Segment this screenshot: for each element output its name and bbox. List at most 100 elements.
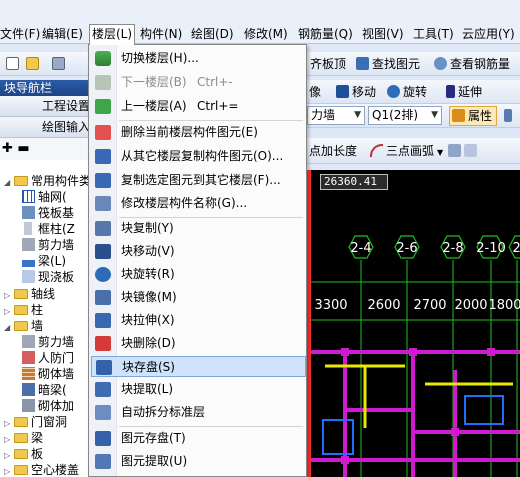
move-button[interactable]: 移动 [336,83,376,101]
tree-leaf-hidden-beam[interactable]: 暗梁( [22,382,67,398]
copy-from-icon [95,149,111,164]
properties-button[interactable]: 属性 [449,106,498,126]
rename-icon [95,196,111,211]
folder-icon [14,321,28,331]
tree-leaf-civil-defense-door[interactable]: 人防门 [22,350,74,366]
reinforcement-icon [22,399,35,412]
menu-item-copy-from-floor[interactable]: 从其它楼层复制构件图元(O)... [91,146,306,167]
block-save-icon [96,360,112,375]
door-icon [22,351,35,364]
tree-node-beam[interactable]: ▷ 梁 [4,430,43,446]
mirror-button[interactable]: 像 [309,83,321,101]
menu-item-block-stretch[interactable]: 块拉伸(X) [91,310,306,331]
save-button[interactable] [52,55,68,73]
tree-leaf-masonry-reinforcement[interactable]: 砌体加 [22,398,74,414]
menu-file[interactable]: 文件(F) [0,25,42,44]
open-file-button[interactable] [26,55,42,73]
menu-item-element-extract[interactable]: 图元提取(U) [91,451,306,472]
align-top-button[interactable]: 齐板顶 [310,55,346,73]
extend-button[interactable]: 延伸 [446,83,482,101]
floor-menu-dropdown: 切换楼层(H)... 下一楼层(B) Ctrl+- 上一楼层(A) Ctrl+=… [88,44,307,477]
menu-edit[interactable]: 编辑(E) [40,25,85,44]
menu-cloud[interactable]: 云应用(Y) [460,25,517,44]
tree-node-column[interactable]: ▷ 柱 [4,302,43,318]
tree-node-door-window[interactable]: ▷ 门窗洞 [4,414,67,430]
drawing-input-button[interactable]: 绘图输入 [0,117,94,138]
tree-node-axis[interactable]: ▷ 轴线 [4,286,55,302]
arc-icon [370,144,383,157]
menu-item-block-extract[interactable]: 块提取(L) [91,379,306,400]
folder-icon [14,176,28,186]
rotate-icon [387,85,400,98]
tree-leaf-slab[interactable]: 现浇板 [22,269,74,285]
previous-floor-icon [95,99,111,114]
tree-leaf-beam[interactable]: 梁(L) [22,253,66,269]
menu-view[interactable]: 视图(V) [360,25,406,44]
element-save-icon [95,431,111,446]
menu-draw[interactable]: 绘图(D) [189,25,236,44]
dimension-label: 2000 [454,298,487,313]
folder-icon [14,305,28,315]
hidden-beam-icon [22,383,35,396]
three-point-arc-button[interactable]: 三点画弧 ▼ [370,142,443,160]
find-element-button[interactable]: 查找图元 [356,55,420,73]
more-button[interactable] [504,107,518,125]
component-name-select[interactable]: Q1(2排) ▼ [368,106,442,125]
menu-item-block-delete[interactable]: 块删除(D) [91,333,306,354]
properties-icon [452,109,465,122]
dimension-label: 1800 [488,298,520,313]
menu-item-next-floor[interactable]: 下一楼层(B) Ctrl+- [91,72,306,93]
menu-component[interactable]: 构件(N) [138,25,184,44]
menu-item-copy-to-floor[interactable]: 复制选定图元到其它楼层(F)... [91,170,306,191]
menu-item-block-mirror[interactable]: 块镜像(M) [91,287,306,308]
project-settings-button[interactable]: 工程设置 [0,96,94,117]
menu-item-block-copy[interactable]: 块复制(Y) [91,218,306,239]
slab-icon [22,270,35,283]
tree-node-hollow-floor[interactable]: ▷ 空心楼盖 [4,462,79,477]
element-extract-icon [95,454,111,469]
tree-leaf-column[interactable]: 框柱(Z [22,221,75,237]
menu-item-rename-components[interactable]: 修改楼层构件名称(G)... [91,193,306,214]
menu-item-block-save[interactable]: 块存盘(S) [91,356,306,377]
rotate-button[interactable]: 旋转 [387,83,427,101]
coordinate-input[interactable]: 26360.41 [320,174,388,190]
cad-canvas[interactable]: 2-4 2-6 2-8 2-10 2- 3300 2600 2700 2000 … [305,170,520,477]
axis-label: 2- [513,241,520,256]
menu-item-delete-floor-elements[interactable]: 删除当前楼层构件图元(E) [91,122,306,143]
panel-title: 块导航栏 [0,80,94,96]
menu-item-switch-floor[interactable]: 切换楼层(H)... [91,48,306,69]
component-type-select[interactable]: 力墙 ▼ [307,106,365,125]
block-mirror-icon [95,290,111,305]
tree-expand-collapse[interactable]: ✚ ▬ [0,138,94,160]
move-icon [336,85,349,98]
tree-leaf-masonry-wall[interactable]: 砌体墙 [22,366,74,382]
menu-item-previous-floor[interactable]: 上一楼层(A) Ctrl+= [91,96,306,117]
tree-node-slab[interactable]: ▷ 板 [4,446,43,462]
tree-leaf-raft[interactable]: 筏板基 [22,205,74,221]
dimension-label: 2700 [413,298,446,313]
menu-modify[interactable]: 修改(M) [242,25,290,44]
dimension-label: 3300 [314,298,347,313]
menu-rebar[interactable]: 钢筋量(Q) [296,25,355,44]
menu-item-auto-split-floors[interactable]: 自动拆分标准层 [91,402,306,423]
tree-node-common[interactable]: ◢ 常用构件类 [4,173,91,189]
tree-leaf-shear-wall-2[interactable]: 剪力墙 [22,334,74,350]
folder-icon [14,289,28,299]
menu-separator [119,426,303,427]
next-floor-icon [95,75,111,90]
menu-tools[interactable]: 工具(T) [411,25,456,44]
length-point-button[interactable]: 点加长度 [309,142,357,160]
tree-leaf-shear-wall[interactable]: 剪力墙 [22,237,74,253]
view-rebar-button[interactable]: 查看钢筋量 [434,55,510,73]
beam-icon [22,260,35,267]
menu-item-block-move[interactable]: 块移动(V) [91,241,306,262]
tree-leaf-axis-grid[interactable]: 轴网( [22,189,67,205]
draw-tool-button[interactable] [448,142,480,160]
new-file-button[interactable] [6,55,22,73]
tree-node-wall[interactable]: ◢ 墙 [4,318,43,334]
menu-item-element-save[interactable]: 图元存盘(T) [91,428,306,449]
menu-floor[interactable]: 楼层(L) [89,24,136,45]
folder-icon [14,433,28,443]
copy-to-icon [95,173,111,188]
menu-item-block-rotate[interactable]: 块旋转(R) [91,264,306,285]
